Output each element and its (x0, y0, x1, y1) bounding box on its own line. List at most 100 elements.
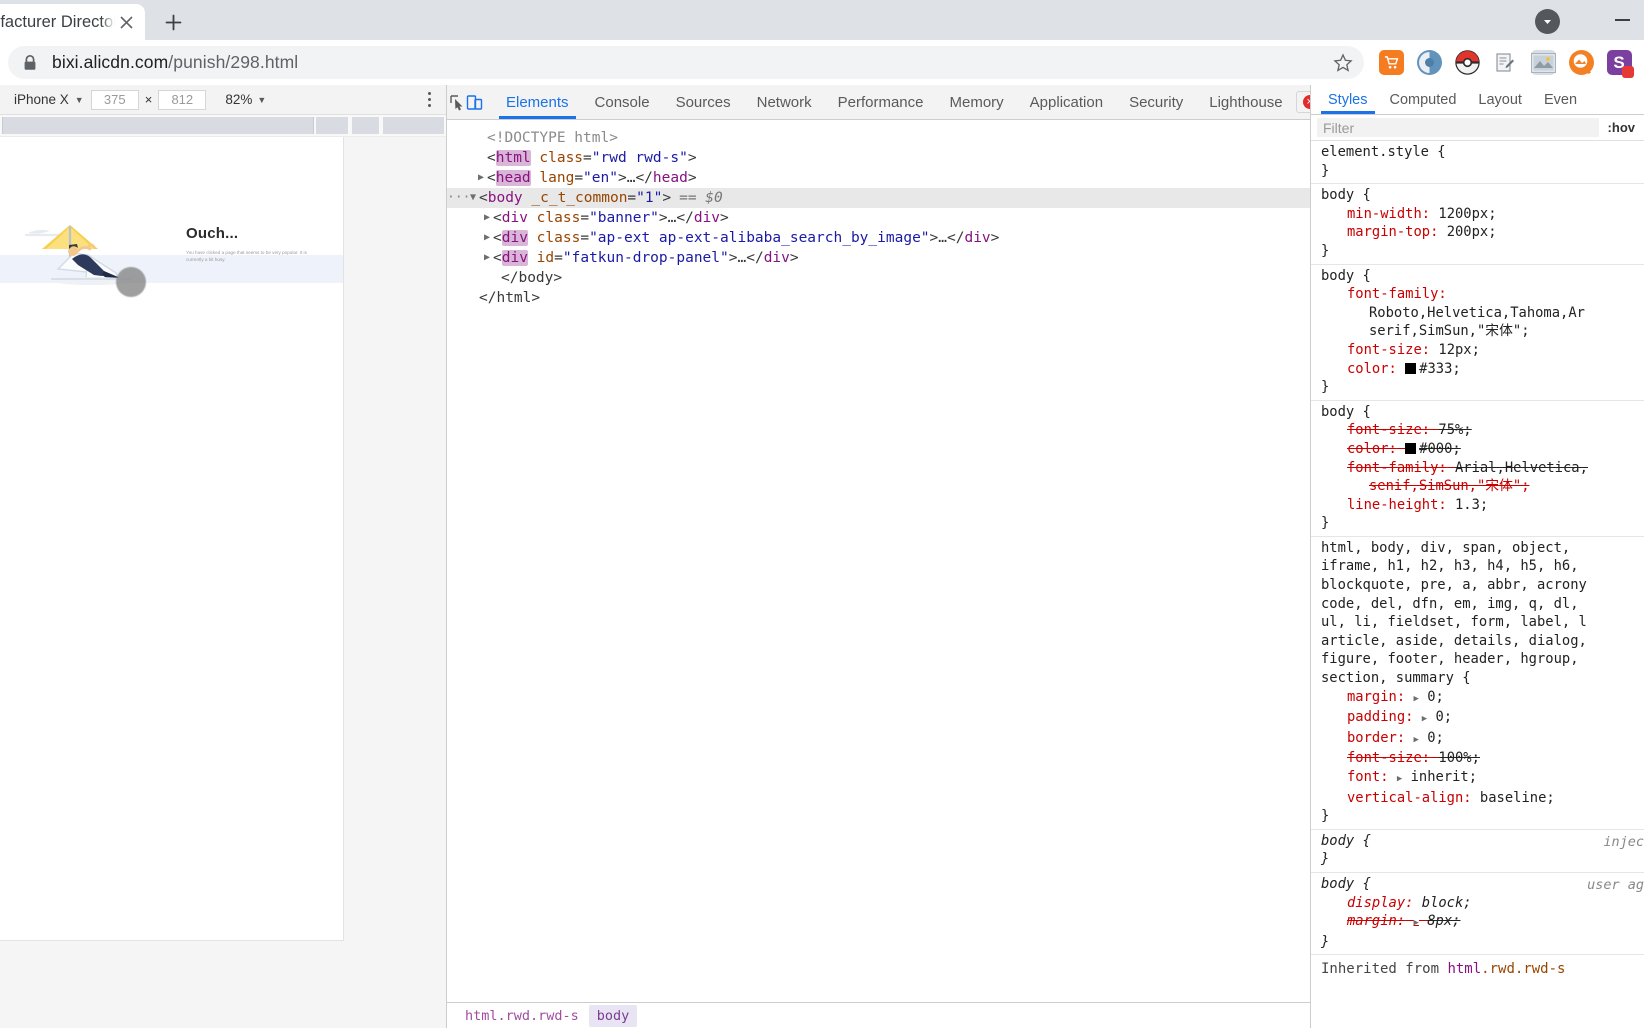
css-declaration[interactable]: font-family: (1321, 285, 1644, 304)
tab-computed[interactable]: Computed (1379, 85, 1468, 114)
color-swatch[interactable] (1405, 442, 1417, 454)
css-declaration[interactable]: line-height: 1.3; (1321, 496, 1644, 515)
image-search-extension-icon[interactable] (1562, 44, 1600, 82)
breadcrumb-item-html[interactable]: html.rwd.rwd-s (457, 1005, 587, 1027)
new-tab-button[interactable] (155, 7, 191, 37)
rule-selector: body { (1321, 267, 1371, 284)
css-declaration-overridden[interactable]: font-size: 100%; (1321, 749, 1644, 768)
bookmark-star-icon[interactable] (1328, 48, 1358, 78)
rule-body-font[interactable]: body { font-family: Roboto,Helvetica,Tah… (1311, 265, 1644, 401)
expand-triangle-icon[interactable]: ▶ (1397, 774, 1402, 784)
style-rules-list[interactable]: element.style { } body { min-width: 1200… (1311, 141, 1644, 1028)
filter-input[interactable]: Filter (1317, 118, 1599, 137)
tab-console[interactable]: Console (582, 85, 663, 119)
rule-element-style[interactable]: element.style { } (1311, 141, 1644, 185)
tab-application[interactable]: Application (1017, 85, 1116, 119)
minimize-icon[interactable] (1600, 3, 1644, 37)
dom-tree[interactable]: <!DOCTYPE html> <html class="rwd rwd-s">… (447, 120, 1310, 1002)
dom-row[interactable]: </body> (447, 268, 1310, 288)
tab-styles[interactable]: Styles (1317, 85, 1379, 114)
css-declaration-overridden[interactable]: font-family: Arial,Helvetica, (1321, 459, 1644, 478)
dom-row[interactable]: <html class="rwd rwd-s"> (447, 148, 1310, 168)
tab-network[interactable]: Network (744, 85, 825, 119)
zoom-select[interactable]: 82% ▼ (225, 92, 266, 107)
tab-sources[interactable]: Sources (663, 85, 744, 119)
css-declaration[interactable]: vertical-align: baseline; (1321, 789, 1644, 808)
css-declaration-overridden[interactable]: font-size: 75%; (1321, 421, 1644, 440)
css-declaration[interactable]: border: ▶ 0; (1321, 729, 1644, 750)
css-declaration[interactable]: color: #333; (1321, 360, 1644, 379)
color-swatch[interactable] (1405, 362, 1417, 374)
address-bar[interactable]: bixi.alicdn.com/punish/298.html (8, 46, 1364, 79)
attr-value: "banner" (589, 210, 659, 226)
blue-circle-extension-icon[interactable] (1410, 44, 1448, 82)
expand-triangle-icon[interactable]: ▶ (1413, 694, 1418, 704)
rule-close-brace: } (1321, 242, 1330, 259)
expand-triangle-icon[interactable]: ▶ (475, 168, 487, 188)
expand-triangle-icon[interactable]: ▶ (481, 228, 493, 248)
device-width-input[interactable]: 375 (90, 89, 139, 110)
expand-triangle-icon[interactable]: ▶ (481, 208, 493, 228)
force-hover-state-button[interactable]: :hov (1603, 120, 1640, 135)
tab-memory[interactable]: Memory (937, 85, 1017, 119)
device-toolbar-toggle-icon[interactable] (466, 85, 483, 119)
css-declaration-overridden[interactable]: margin: ▶ 8px; (1321, 912, 1644, 933)
rule-body-layout[interactable]: body { min-width: 1200px; margin-top: 20… (1311, 184, 1644, 265)
breadcrumb-item-body[interactable]: body (588, 1004, 638, 1027)
rule-body-injected[interactable]: injec body { } (1311, 830, 1644, 873)
image-extension-icon[interactable] (1524, 44, 1562, 82)
rule-origin: injec (1603, 833, 1644, 850)
css-property-name: font-size: (1347, 422, 1431, 439)
css-declaration[interactable]: margin: ▶ 0; (1321, 688, 1644, 709)
tab-security[interactable]: Security (1116, 85, 1196, 119)
css-declaration[interactable]: font-size: 12px; (1321, 341, 1644, 360)
device-height-input[interactable]: 812 (158, 89, 207, 110)
expand-triangle-icon[interactable]: ▶ (1413, 918, 1418, 928)
tab-elements[interactable]: Elements (493, 85, 582, 119)
css-declaration[interactable]: min-width: 1200px; (1321, 205, 1644, 224)
collapse-triangle-icon[interactable]: ▼ (467, 188, 479, 208)
more-vertical-icon[interactable] (416, 87, 442, 113)
emulated-viewport[interactable]: Ouch... You have clicked a page that see… (0, 137, 343, 940)
tab-performance[interactable]: Performance (825, 85, 937, 119)
selected-node-marker: == $0 (679, 190, 723, 206)
dom-row[interactable]: ▶ <div class="ap-ext ap-ext-alibaba_sear… (447, 228, 1310, 248)
expand-triangle-icon[interactable]: ▶ (1422, 714, 1427, 724)
css-declaration[interactable]: display: block; (1321, 894, 1644, 913)
dom-row[interactable]: ▶ <head lang="en">…</head> (447, 168, 1310, 188)
css-declaration-overridden[interactable]: color: #000; (1321, 440, 1644, 459)
row-badge[interactable]: ··· (447, 188, 470, 208)
css-declaration[interactable]: margin-top: 200px; (1321, 223, 1644, 242)
download-arrow-icon[interactable] (1535, 9, 1560, 34)
dom-row[interactable]: ▶ <div id="fatkun-drop-panel">…</div> (447, 248, 1310, 268)
rule-reset[interactable]: html, body, div, span, object, iframe, h… (1311, 537, 1644, 830)
device-select[interactable]: iPhone X ▼ (8, 92, 90, 107)
tab-layout[interactable]: Layout (1467, 85, 1533, 114)
browser-tab[interactable]: nufacturer Director (0, 4, 145, 40)
inspect-element-icon[interactable] (449, 85, 466, 119)
css-property-value: baseline; (1479, 789, 1555, 806)
css-declaration[interactable]: font: ▶ inherit; (1321, 768, 1644, 789)
tab-event-listeners[interactable]: Even (1533, 85, 1588, 114)
s-badge-extension-icon[interactable]: S (1600, 44, 1638, 82)
shopping-cart-extension-icon[interactable] (1372, 44, 1410, 82)
inherited-prefix: Inherited from (1321, 961, 1440, 978)
tab-lighthouse[interactable]: Lighthouse (1196, 85, 1295, 119)
attr-name: class (536, 210, 581, 226)
lock-icon (22, 54, 38, 72)
dom-row[interactable]: ▶ <div class="banner">…</div> (447, 208, 1310, 228)
pokeball-extension-icon[interactable] (1448, 44, 1486, 82)
chevron-down-icon: ▼ (74, 94, 84, 105)
dom-row-selected[interactable]: ··· ▼ <body _c_t_common="1"> == $0 (447, 188, 1310, 208)
rule-body-overridden[interactable]: body { font-size: 75%; color: #000; font… (1311, 401, 1644, 537)
close-icon[interactable] (115, 11, 137, 33)
expand-triangle-icon[interactable]: ▶ (481, 248, 493, 268)
rule-body-user-agent[interactable]: user ag body { display: block; margin: ▶… (1311, 873, 1644, 956)
touch-cursor-indicator (116, 267, 146, 297)
note-edit-extension-icon[interactable] (1486, 44, 1524, 82)
viewport-ruler[interactable] (0, 115, 446, 137)
css-declaration[interactable]: padding: ▶ 0; (1321, 708, 1644, 729)
dom-row[interactable]: </html> (447, 288, 1310, 308)
dom-row[interactable]: <!DOCTYPE html> (447, 128, 1310, 148)
expand-triangle-icon[interactable]: ▶ (1413, 735, 1418, 745)
